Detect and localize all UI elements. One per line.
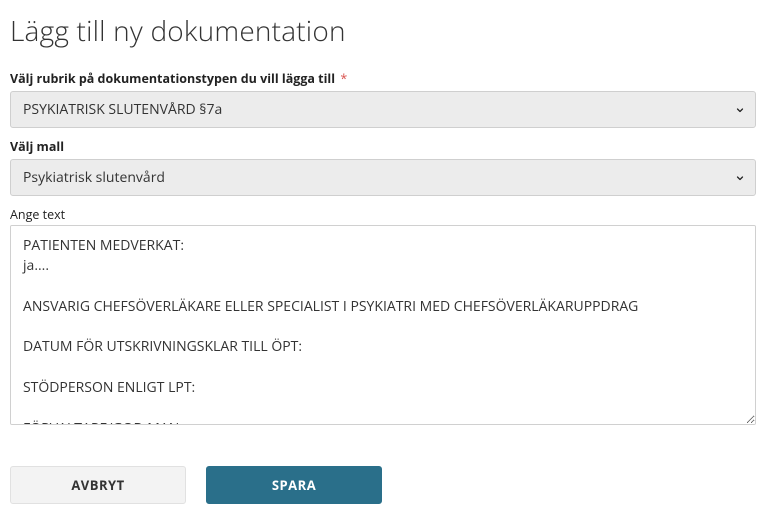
text-field: Ange text bbox=[10, 206, 756, 430]
doc-type-select[interactable]: PSYKIATRISK SLUTENVÅRD §7a bbox=[10, 91, 756, 128]
template-select-wrap: Psykiatrisk slutenvård bbox=[10, 159, 756, 196]
cancel-button[interactable]: AVBRYT bbox=[10, 466, 186, 504]
save-button[interactable]: SPARA bbox=[206, 466, 382, 504]
text-input[interactable] bbox=[10, 225, 756, 425]
text-label: Ange text bbox=[10, 206, 756, 223]
doc-type-label-text: Välj rubrik på dokumentationstypen du vi… bbox=[10, 70, 335, 87]
required-asterisk: * bbox=[340, 70, 347, 87]
doc-type-label: Välj rubrik på dokumentationstypen du vi… bbox=[10, 70, 756, 87]
page-title: Lägg till ny dokumentation bbox=[10, 12, 756, 50]
template-label: Välj mall bbox=[10, 138, 756, 155]
template-field: Välj mall Psykiatrisk slutenvård bbox=[10, 138, 756, 196]
button-row: AVBRYT SPARA bbox=[10, 466, 756, 504]
doc-type-field: Välj rubrik på dokumentationstypen du vi… bbox=[10, 70, 756, 128]
template-select[interactable]: Psykiatrisk slutenvård bbox=[10, 159, 756, 196]
doc-type-select-wrap: PSYKIATRISK SLUTENVÅRD §7a bbox=[10, 91, 756, 128]
